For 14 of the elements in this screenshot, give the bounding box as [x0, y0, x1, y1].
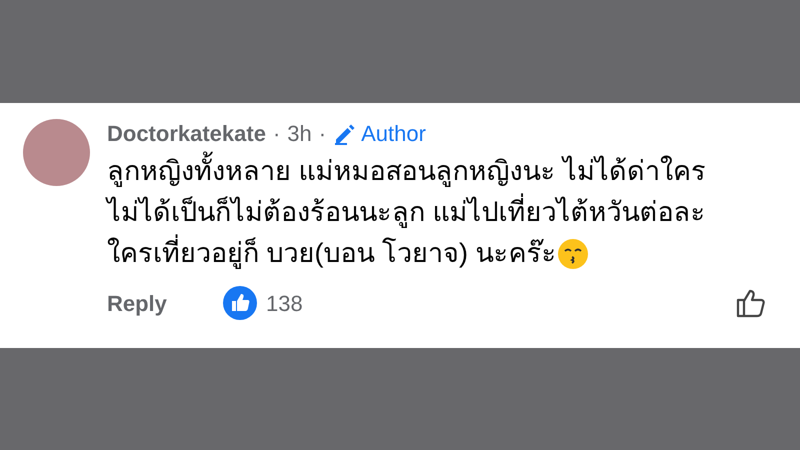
comment-time[interactable]: 3h [287, 119, 312, 149]
like-icon[interactable] [735, 287, 767, 319]
comment-text-line: ไม่ได้เป็นก็ไม่ต้องร้อนนะลูก แม่ไปเที่ยวไต้หวันต่อละ [107, 192, 706, 233]
author-label: Author [361, 120, 426, 148]
pencil-icon [333, 122, 358, 146]
reply-link[interactable]: Reply [107, 286, 223, 320]
like-icon [223, 286, 257, 320]
separator-dot: · [318, 120, 326, 148]
comment-text-line: ใครเที่ยวอยู่ก็ บวย(บอน โวยาจ) นะคร๊ะ [107, 233, 556, 274]
comment-text-line: ลูกหญิงทั้งหลาย แม่หมอสอนลูกหญิงนะ ไม่ได้ด่าใคร [107, 151, 706, 192]
kissing-face-icon [556, 238, 588, 270]
separator-dot: · [272, 120, 280, 148]
reaction-count: 138 [266, 290, 303, 318]
author-name[interactable]: Doctorkatekate [107, 119, 266, 149]
